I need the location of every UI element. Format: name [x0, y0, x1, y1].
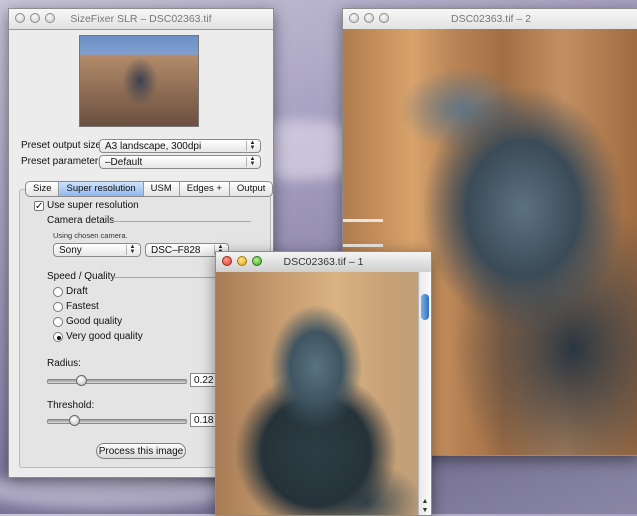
- tab-size[interactable]: Size: [26, 182, 60, 196]
- tab-edges[interactable]: Edges +: [180, 182, 230, 196]
- speed-quality-title: Speed / Quality: [47, 271, 116, 282]
- process-image-button[interactable]: Process this image: [96, 443, 186, 459]
- threshold-slider-knob[interactable]: [69, 415, 80, 426]
- radio-very-good-quality[interactable]: [53, 332, 63, 342]
- scrollbar-thumb[interactable]: [421, 294, 429, 320]
- popup-stepper-icon: ▲▼: [246, 156, 258, 167]
- window-title: DSC02363.tif – 2: [451, 13, 531, 25]
- minimize-light[interactable]: [364, 13, 374, 23]
- statue-head-image: [216, 272, 419, 515]
- preset-output-popup[interactable]: A3 landscape, 300dpi ▲ ▼: [99, 139, 261, 153]
- window-2-titlebar[interactable]: DSC02363.tif – 2: [343, 9, 637, 30]
- preset-params-label: Preset parameters:: [21, 156, 107, 167]
- camera-model-value: DSC–F828: [151, 245, 201, 256]
- divider: [113, 221, 251, 222]
- sizefixer-titlebar[interactable]: SizeFixer SLR – DSC02363.tif: [9, 9, 273, 30]
- scroll-arrow-up-icon[interactable]: ▲: [422, 498, 429, 505]
- preset-output-label: Preset output size:: [21, 140, 104, 151]
- radius-slider-track[interactable]: [47, 379, 187, 384]
- radius-slider-knob[interactable]: [76, 375, 87, 386]
- close-light[interactable]: [15, 13, 25, 23]
- zoom-light[interactable]: [45, 13, 55, 23]
- preset-output-value: A3 landscape, 300dpi: [105, 141, 202, 152]
- threshold-label: Threshold:: [47, 400, 95, 411]
- tab-bar: Size Super resolution USM Edges + Output: [25, 181, 274, 197]
- use-super-resolution-checkbox[interactable]: ✓: [34, 201, 44, 212]
- window-1-titlebar[interactable]: DSC02363.tif – 1: [216, 252, 431, 273]
- camera-make-value: Sony: [59, 245, 82, 256]
- camera-make-popup[interactable]: Sony ▲ ▼: [53, 243, 141, 257]
- camera-details-title: Camera details: [47, 215, 115, 226]
- radio-fastest[interactable]: [53, 302, 63, 312]
- scaffold-rail: [343, 244, 383, 247]
- radio-fastest-label: Fastest: [66, 301, 99, 312]
- window-title: DSC02363.tif – 1: [283, 256, 364, 268]
- tab-super-resolution[interactable]: Super resolution: [59, 182, 144, 196]
- minimize-light[interactable]: [237, 256, 247, 266]
- close-light[interactable]: [349, 13, 359, 23]
- use-super-resolution-label: Use super resolution: [47, 200, 139, 211]
- preset-params-popup[interactable]: –Default ▲ ▼: [99, 155, 261, 169]
- tab-usm[interactable]: USM: [144, 182, 180, 196]
- image-thumbnail: [79, 35, 199, 127]
- scroll-arrow-down-icon[interactable]: ▼: [422, 507, 429, 514]
- scaffold-rail: [343, 219, 383, 222]
- close-light[interactable]: [222, 256, 232, 266]
- minimize-light[interactable]: [30, 13, 40, 23]
- radio-draft-label: Draft: [66, 286, 88, 297]
- tab-output[interactable]: Output: [230, 182, 273, 196]
- popup-stepper-icon: ▲▼: [126, 244, 138, 255]
- scroll-arrows[interactable]: ▲ ▼: [419, 497, 431, 515]
- radio-good-quality[interactable]: [53, 317, 63, 327]
- radio-draft[interactable]: [53, 287, 63, 297]
- vertical-scrollbar[interactable]: ▲ ▼: [418, 272, 431, 515]
- zoom-light[interactable]: [379, 13, 389, 23]
- radio-very-good-quality-label: Very good quality: [66, 331, 143, 342]
- zoom-light[interactable]: [252, 256, 262, 266]
- camera-note: Using chosen camera.: [53, 231, 128, 240]
- preset-params-value: –Default: [105, 157, 143, 168]
- radio-good-quality-label: Good quality: [66, 316, 123, 327]
- divider: [113, 277, 217, 278]
- window-title: SizeFixer SLR – DSC02363.tif: [70, 13, 212, 25]
- image-window-1: DSC02363.tif – 1 ▲ ▼: [215, 251, 432, 516]
- threshold-slider-track[interactable]: [47, 419, 187, 424]
- radius-label: Radius:: [47, 358, 81, 369]
- popup-stepper-icon: ▲▼: [246, 140, 258, 151]
